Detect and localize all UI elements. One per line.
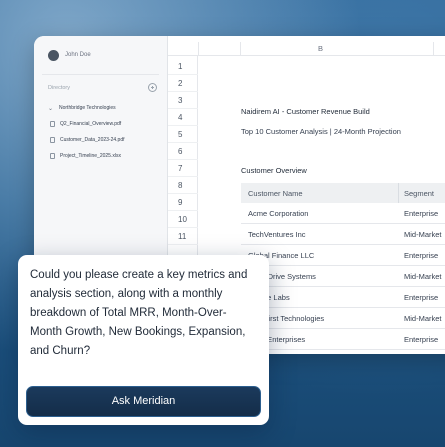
customer-name-cell[interactable]: Acme Corporation bbox=[248, 209, 308, 218]
row-number[interactable]: 4 bbox=[168, 109, 198, 126]
sheet-subtitle[interactable]: Top 10 Customer Analysis | 24-Month Proj… bbox=[241, 127, 401, 136]
sidebar-file[interactable]: Project_Timeline_2025.xlsx bbox=[34, 148, 167, 164]
row-number[interactable]: 10 bbox=[168, 211, 198, 228]
row-number[interactable]: 8 bbox=[168, 177, 198, 194]
table-row[interactable]: TechVentures Inc Mid-Market bbox=[241, 224, 445, 245]
segment-cell[interactable]: Mid-Market bbox=[404, 272, 442, 281]
table-header: Customer Name Segment bbox=[241, 183, 445, 203]
row-number[interactable]: 11 bbox=[168, 228, 198, 245]
prompt-text: Could you please create a key metrics an… bbox=[30, 269, 248, 357]
ask-meridian-button[interactable]: Ask Meridian bbox=[26, 386, 261, 417]
table-row[interactable]: Global Finance LLC Enterprise bbox=[241, 245, 445, 266]
table-row[interactable]: Vega Enterprises Enterprise bbox=[241, 329, 445, 350]
file-icon bbox=[50, 137, 55, 143]
column-separator bbox=[398, 183, 399, 203]
add-icon[interactable] bbox=[148, 83, 157, 92]
sidebar-folder[interactable]: ⌄ Northbridge Technologies bbox=[34, 100, 167, 116]
column-separator bbox=[198, 42, 199, 56]
segment-cell[interactable]: Enterprise bbox=[404, 209, 438, 218]
table-row[interactable]: DataFirst Technologies Mid-Market bbox=[241, 308, 445, 329]
file-label: Customer_Data_2023-24.pdf bbox=[60, 137, 125, 143]
directory-header: Directory bbox=[34, 75, 167, 100]
segment-cell[interactable]: Enterprise bbox=[404, 293, 438, 302]
row-number[interactable]: 9 bbox=[168, 194, 198, 211]
file-label: Project_Timeline_2025.xlsx bbox=[60, 153, 121, 159]
sheet-title[interactable]: Naidirem AI - Customer Revenue Build bbox=[241, 107, 370, 116]
column-header-bar: B C bbox=[168, 42, 445, 56]
file-label: Q2_Financial_Overview.pdf bbox=[60, 121, 122, 127]
row-number[interactable]: 1 bbox=[168, 58, 198, 75]
customer-name-cell[interactable]: TechVentures Inc bbox=[248, 230, 306, 239]
column-header[interactable]: B bbox=[318, 44, 323, 53]
user-name: John Doe bbox=[65, 52, 91, 58]
file-icon bbox=[50, 121, 55, 127]
directory-label: Directory bbox=[48, 84, 71, 91]
chevron-down-icon: ⌄ bbox=[48, 105, 54, 112]
segment-cell[interactable]: Enterprise bbox=[404, 335, 438, 344]
segment-cell[interactable]: Mid-Market bbox=[404, 230, 442, 239]
folder-label: Northbridge Technologies bbox=[59, 105, 116, 111]
prompt-card: Could you please create a key metrics an… bbox=[18, 255, 269, 425]
section-title[interactable]: Customer Overview bbox=[241, 166, 307, 175]
table-header-cell[interactable]: Segment bbox=[404, 189, 434, 198]
table-row[interactable]: CloudDrive Systems Mid-Market bbox=[241, 266, 445, 287]
column-separator bbox=[433, 42, 434, 56]
table-row[interactable]: Private Labs Enterprise bbox=[241, 287, 445, 308]
sidebar-file[interactable]: Customer_Data_2023-24.pdf bbox=[34, 132, 167, 148]
segment-cell[interactable]: Enterprise bbox=[404, 251, 438, 260]
row-number[interactable]: 3 bbox=[168, 92, 198, 109]
row-number[interactable]: 2 bbox=[168, 75, 198, 92]
user-profile[interactable]: John Doe bbox=[34, 36, 167, 74]
row-number[interactable]: 5 bbox=[168, 126, 198, 143]
sidebar-file[interactable]: Q2_Financial_Overview.pdf bbox=[34, 116, 167, 132]
table-row[interactable]: Acme Corporation Enterprise bbox=[241, 203, 445, 224]
segment-cell[interactable]: Mid-Market bbox=[404, 314, 442, 323]
row-number[interactable]: 7 bbox=[168, 160, 198, 177]
row-number[interactable]: 6 bbox=[168, 143, 198, 160]
column-separator bbox=[240, 42, 241, 56]
spreadsheet-icon bbox=[50, 153, 55, 159]
avatar bbox=[48, 49, 59, 61]
table-header-cell[interactable]: Customer Name bbox=[248, 189, 303, 198]
